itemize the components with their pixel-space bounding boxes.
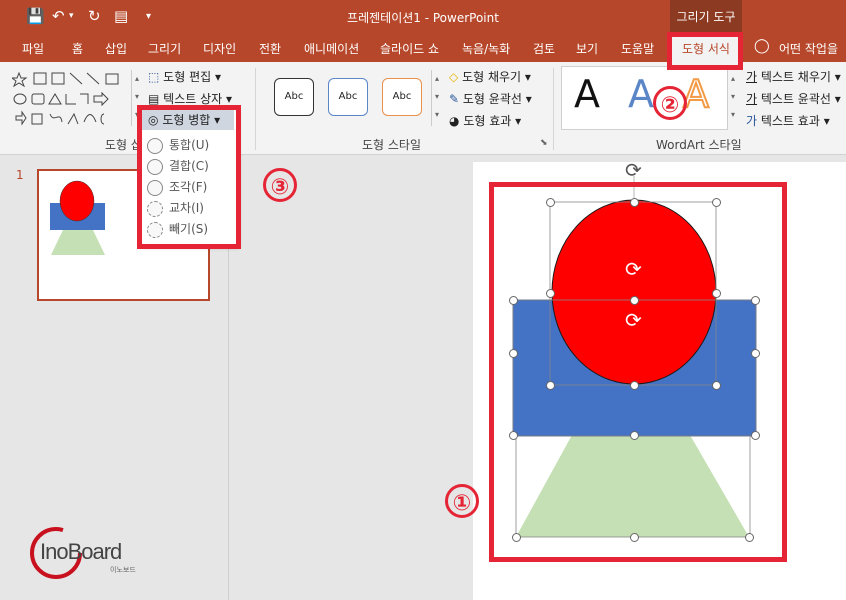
edit-shape-button[interactable]: ⬚ 도형 편집 ▾ bbox=[148, 68, 221, 85]
tab-help[interactable]: 도움말 bbox=[621, 40, 654, 57]
tab-slideshow[interactable]: 슬라이드 쇼 bbox=[380, 40, 439, 57]
shape-style-2[interactable]: Abc bbox=[328, 78, 368, 116]
highlight-box-3 bbox=[137, 105, 241, 249]
shape-styles-group-label: 도형 스타일 bbox=[362, 138, 422, 152]
vertical-textbox-shape-icon bbox=[51, 72, 65, 85]
slide-number: 1 bbox=[16, 168, 24, 182]
rect-shape-icon bbox=[105, 73, 119, 85]
group-separator bbox=[553, 68, 554, 150]
step-1-marker: ① bbox=[445, 484, 479, 518]
lightbulb-icon: ◯ bbox=[754, 38, 770, 54]
shape-styles-scroll[interactable]: ▴ ▾ ▾ bbox=[431, 70, 442, 126]
effects-icon: ◕ bbox=[449, 114, 460, 128]
wordart-style-black[interactable]: A bbox=[574, 72, 600, 116]
text-effects-button[interactable]: 가 텍스트 효과 ▾ bbox=[746, 112, 830, 129]
tab-review[interactable]: 검토 bbox=[533, 40, 555, 57]
arrow-line-shape-icon bbox=[86, 72, 100, 85]
step-2-marker: ② bbox=[653, 86, 687, 120]
tell-me-search[interactable]: 어떤 작업을 bbox=[779, 40, 838, 57]
tab-draw[interactable]: 그리기 bbox=[148, 40, 181, 57]
logo-subtext: 이노보드 bbox=[110, 566, 136, 574]
tab-insert[interactable]: 삽입 bbox=[105, 40, 127, 57]
rounded-rect-shape-icon bbox=[31, 93, 45, 105]
shape-outline-label: 도형 윤곽선 bbox=[462, 92, 522, 106]
text-fill-button[interactable]: 가 텍스트 채우기 ▾ bbox=[746, 68, 841, 85]
shape-fill-button[interactable]: ◇ 도형 채우기 ▾ bbox=[449, 68, 531, 85]
elbow-shape-icon bbox=[65, 94, 76, 105]
shape-outline-button[interactable]: ✎ 도형 윤곽선 ▾ bbox=[449, 90, 532, 107]
text-fill-label: 텍스트 채우기 bbox=[760, 70, 831, 84]
right-arrow-shape-icon bbox=[93, 91, 109, 107]
shape-style-3[interactable]: Abc bbox=[382, 78, 422, 116]
shapes-gallery-icons bbox=[10, 71, 119, 126]
tab-view[interactable]: 보기 bbox=[576, 40, 598, 57]
text-outline-label: 텍스트 윤곽선 bbox=[760, 92, 831, 106]
dialog-launcher-icon[interactable]: ⬊ bbox=[540, 138, 548, 148]
wordart-style-orange-outline[interactable]: A bbox=[682, 71, 710, 117]
step-3-marker: ③ bbox=[263, 168, 297, 202]
thumb-circle bbox=[59, 180, 95, 222]
curve-shape-icon bbox=[49, 113, 63, 123]
shape-effects-button[interactable]: ◕ 도형 효과 ▾ bbox=[449, 112, 521, 129]
text-outline-button[interactable]: 가 텍스트 윤곽선 ▾ bbox=[746, 90, 841, 107]
oval-shape-icon bbox=[13, 93, 27, 105]
tab-file[interactable]: 파일 bbox=[22, 40, 44, 57]
rotate-handle-icon[interactable]: ⟳ bbox=[625, 158, 642, 182]
ribbon: ▴ ▾ ▾ ⬚ 도형 편집 ▾ ▤ 텍스트 상자 ▾ 도형 삽 Abc Abc Ab… bbox=[0, 62, 846, 155]
wordart-scroll[interactable]: ▴ ▾ ▾ bbox=[727, 70, 738, 126]
down-arrow-shape-icon bbox=[15, 110, 27, 126]
shape-fill-label: 도형 채우기 bbox=[462, 70, 522, 84]
text-box-label: 텍스트 상자 bbox=[163, 92, 223, 106]
text-box-icon: ▤ bbox=[148, 92, 160, 106]
title-bar: 💾 ↶ ▾ ↻ ▤ ▾ 프레젠테이션1 - PowerPoint 그리기 도구 bbox=[0, 0, 846, 34]
tab-home[interactable]: 홈 bbox=[72, 40, 83, 57]
textbox-shape-icon bbox=[33, 72, 47, 85]
shape-style-1[interactable]: Abc bbox=[274, 78, 314, 116]
shape-effects-label: 도형 효과 bbox=[463, 114, 512, 128]
triangle-shape-icon bbox=[48, 93, 62, 105]
group-separator bbox=[255, 68, 256, 150]
tab-transitions[interactable]: 전환 bbox=[259, 40, 281, 57]
pen-icon: ✎ bbox=[449, 92, 460, 106]
inoboard-logo: InoBoard 이노보드 bbox=[28, 525, 148, 581]
freeform-shape-icon bbox=[67, 112, 79, 125]
thumb-trapezoid bbox=[51, 230, 105, 255]
logo-text: InoBoard bbox=[40, 539, 122, 564]
brace-shape-icon bbox=[100, 113, 105, 125]
highlight-box-2 bbox=[667, 32, 743, 70]
text-effects-label: 텍스트 효과 bbox=[760, 114, 820, 128]
arc-shape-icon bbox=[83, 114, 97, 123]
wordart-style-blue[interactable]: A bbox=[628, 72, 654, 116]
callout-shape-icon bbox=[31, 113, 43, 125]
star-shape-icon bbox=[10, 71, 28, 88]
text-outline-icon: 가 bbox=[746, 92, 758, 106]
edit-shape-icon: ⬚ bbox=[148, 70, 160, 84]
shapes-gallery[interactable] bbox=[10, 70, 130, 126]
tab-design[interactable]: 디자인 bbox=[203, 40, 236, 57]
text-fill-icon: 가 bbox=[746, 70, 758, 84]
line-shape-icon bbox=[69, 72, 83, 85]
wordart-group-label: WordArt 스타일 bbox=[656, 138, 742, 152]
edit-shape-label: 도형 편집 bbox=[163, 70, 212, 84]
context-tool-title: 그리기 도구 bbox=[670, 0, 742, 34]
highlight-box-1 bbox=[489, 182, 787, 562]
text-effects-icon: 가 bbox=[746, 114, 758, 128]
tab-recording[interactable]: 녹음/녹화 bbox=[462, 40, 510, 57]
paint-bucket-icon: ◇ bbox=[449, 70, 459, 84]
tab-animations[interactable]: 애니메이션 bbox=[304, 40, 359, 57]
connector-shape-icon bbox=[80, 93, 89, 104]
